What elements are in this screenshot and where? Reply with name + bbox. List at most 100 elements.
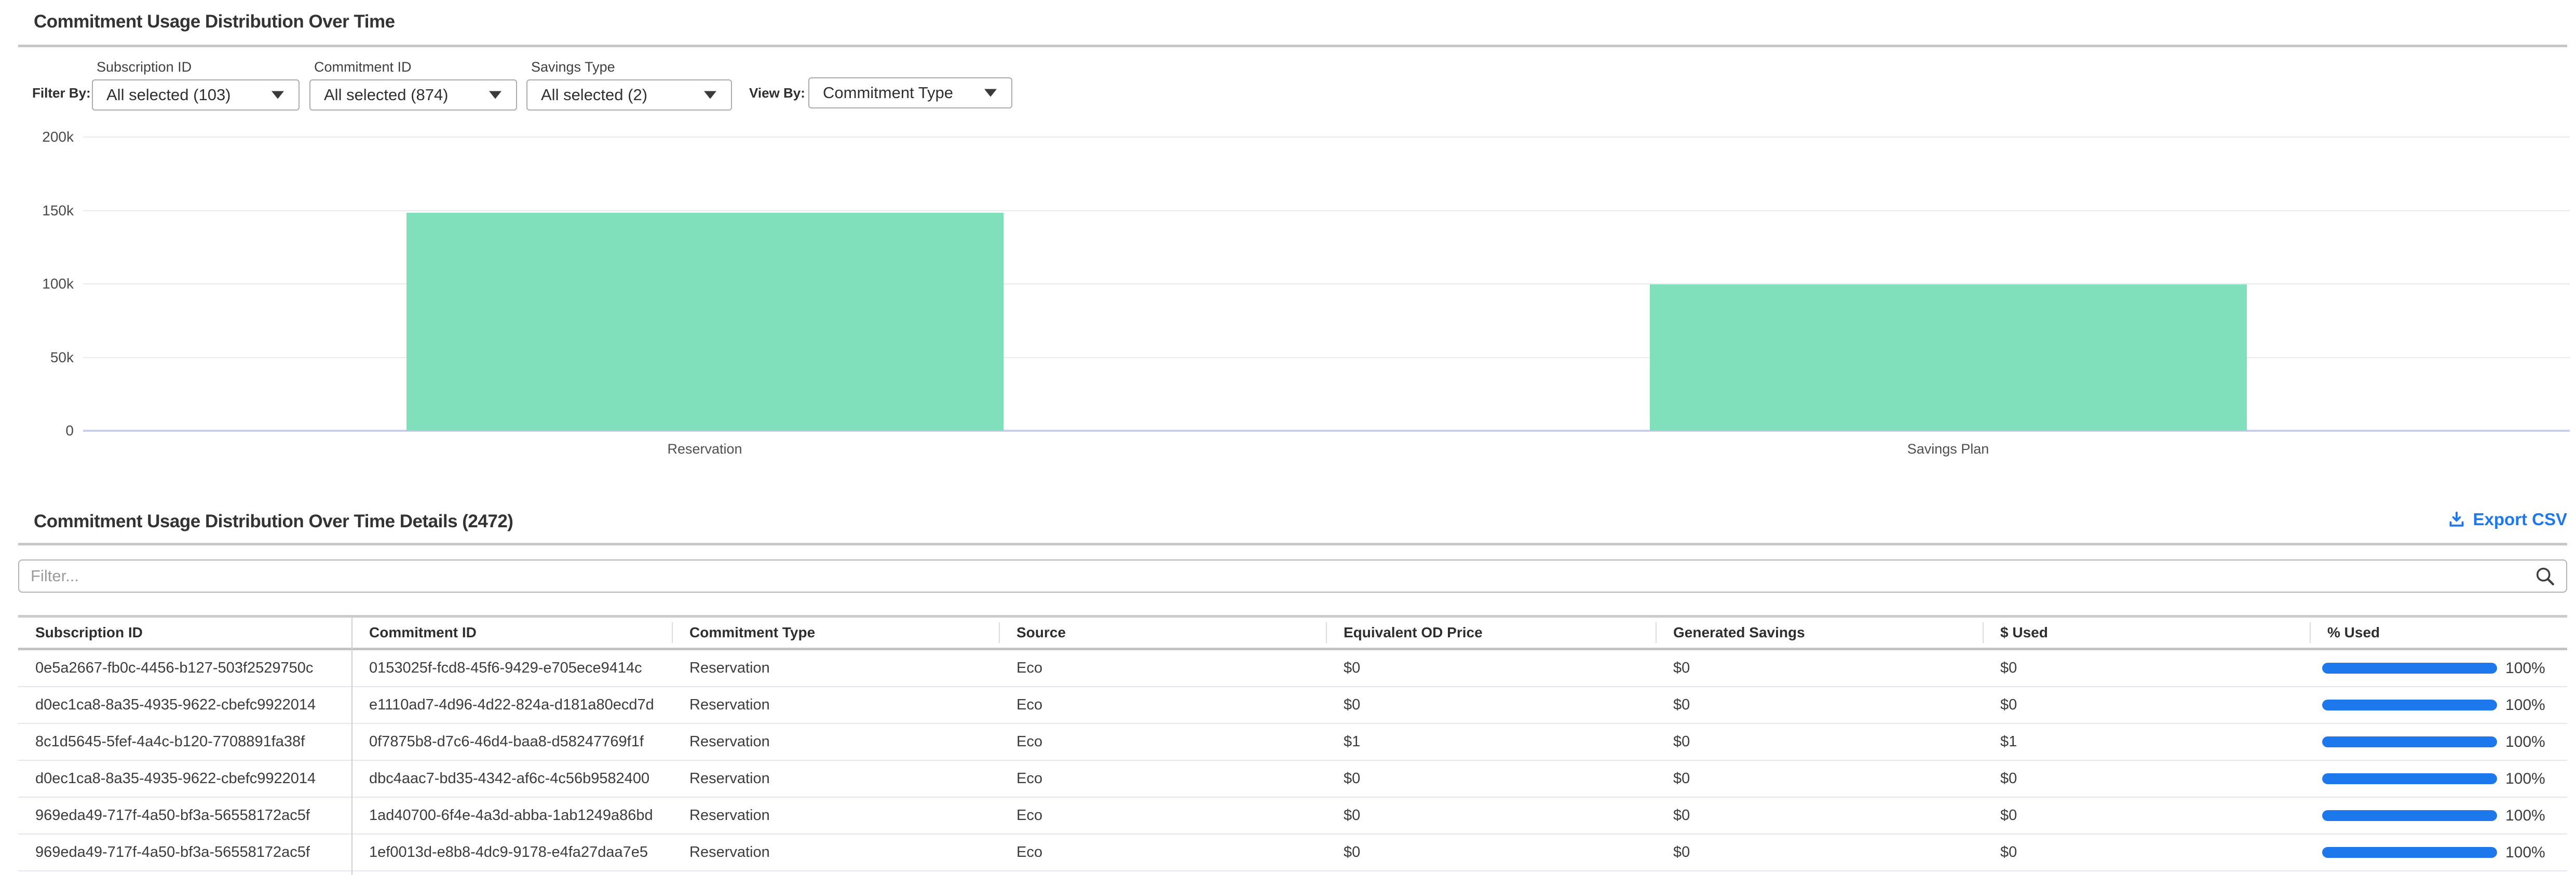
column-header-used[interactable]: $ Used	[1983, 618, 2310, 648]
column-separator	[351, 618, 352, 875]
percent-used-bar-fill	[2322, 736, 2497, 747]
cell-subscription-id: 969eda49-717f-4a50-bf3a-56558172ac5f	[18, 807, 352, 824]
cell-equivalent-od-price: $0	[1326, 770, 1656, 787]
percent-used-bar	[2322, 736, 2497, 747]
table-header-row: Subscription IDCommitment IDCommitment T…	[18, 618, 2567, 650]
commitment-id-filter-select[interactable]: All selected (874)	[309, 79, 517, 111]
column-header-commitment-type[interactable]: Commitment Type	[672, 618, 999, 648]
cell-source: Eco	[999, 696, 1326, 714]
cell-dollars-used: $0	[1983, 844, 2310, 861]
table-row: 0e5a2667-fb0c-4456-b127-503f2529750c0153…	[18, 650, 2567, 687]
filter-by-label: Filter By:	[32, 85, 91, 101]
table-row: 8c1d5645-5fef-4a4c-b120-7708891fa38f0f78…	[18, 724, 2567, 761]
filter-group-subscription-id: Subscription ID All selected (103)	[92, 59, 300, 111]
cell-dollars-used: $0	[1983, 660, 2310, 677]
savings-type-filter-label: Savings Type	[526, 59, 732, 75]
column-header-generated-savings[interactable]: Generated Savings	[1656, 618, 1983, 648]
y-axis-tick-label: 150k	[0, 202, 74, 219]
cell-commitment-id: 1ad40700-6f4e-4a3d-abba-1ab1249a86bd	[352, 807, 672, 824]
column-header-equivalent-od-price[interactable]: Equivalent OD Price	[1326, 618, 1656, 648]
search-icon	[2534, 565, 2556, 587]
y-axis-tick-label: 0	[0, 422, 74, 439]
percent-used-bar	[2322, 700, 2497, 710]
x-axis-category-label: Savings Plan	[1907, 441, 1989, 457]
cell-subscription-id: d0ec1ca8-8a35-4935-9622-cbefc9922014	[18, 696, 352, 714]
cell-dollars-used: $1	[1983, 733, 2310, 750]
cell-commitment-type: Reservation	[672, 844, 999, 861]
view-by-select[interactable]: Commitment Type	[808, 77, 1012, 108]
column-header-used[interactable]: % Used	[2310, 618, 2567, 648]
cell-commitment-type: Reservation	[672, 770, 999, 787]
bar-reservation[interactable]	[406, 213, 1004, 431]
cell-subscription-id: d0ec1ca8-8a35-4935-9622-cbefc9922014	[18, 770, 352, 787]
cell-dollars-used: $0	[1983, 696, 2310, 714]
cell-percent-used: 100%	[2310, 770, 2567, 788]
cell-generated-savings: $0	[1656, 844, 1983, 861]
header-separator	[1656, 622, 1657, 643]
cell-equivalent-od-price: $0	[1326, 696, 1656, 714]
cell-generated-savings: $0	[1656, 770, 1983, 787]
subscription-id-filter-select[interactable]: All selected (103)	[92, 79, 300, 111]
table-row: d0ec1ca8-8a35-4935-9622-cbefc9922014e111…	[18, 687, 2567, 724]
view-by-label: View By:	[749, 85, 805, 101]
savings-type-filter-value: All selected (2)	[541, 86, 647, 104]
column-header-label: $ Used	[2000, 624, 2048, 641]
bar-savings-plan[interactable]	[1650, 284, 2247, 431]
cell-dollars-used: $0	[1983, 770, 2310, 787]
cell-source: Eco	[999, 770, 1326, 787]
column-header-subscription-id[interactable]: Subscription ID	[18, 618, 352, 648]
cell-commitment-type: Reservation	[672, 807, 999, 824]
percent-used-bar	[2322, 810, 2497, 821]
percent-used-bar-fill	[2322, 847, 2497, 858]
percent-used-value: 100%	[2505, 733, 2545, 751]
column-header-commitment-id[interactable]: Commitment ID	[352, 618, 672, 648]
column-header-label: % Used	[2327, 624, 2380, 641]
cell-equivalent-od-price: $0	[1326, 660, 1656, 677]
cell-source: Eco	[999, 844, 1326, 861]
percent-used-bar-fill	[2322, 773, 2497, 784]
section-divider	[18, 45, 2567, 47]
table-filter-input[interactable]	[18, 559, 2567, 593]
cell-subscription-id: 969eda49-717f-4a50-bf3a-56558172ac5f	[18, 844, 352, 861]
table-filter	[18, 559, 2567, 593]
cell-percent-used: 100%	[2310, 807, 2567, 825]
y-axis-tick-label: 100k	[0, 276, 74, 292]
column-header-label: Generated Savings	[1673, 624, 1805, 641]
percent-used-bar-fill	[2322, 810, 2497, 821]
cell-generated-savings: $0	[1656, 660, 1983, 677]
subscription-id-filter-value: All selected (103)	[106, 86, 231, 104]
cell-commitment-type: Reservation	[672, 696, 999, 714]
view-by-selected-value: Commitment Type	[823, 84, 953, 102]
cell-commitment-id: dbc4aac7-bd35-4342-af6c-4c56b9582400	[352, 770, 672, 787]
subscription-id-filter-label: Subscription ID	[92, 59, 300, 75]
percent-used-bar	[2322, 847, 2497, 858]
cell-commitment-type: Reservation	[672, 660, 999, 677]
gridline	[83, 136, 2570, 138]
cell-equivalent-od-price: $0	[1326, 844, 1656, 861]
savings-type-filter-select[interactable]: All selected (2)	[526, 79, 732, 111]
percent-used-bar	[2322, 663, 2497, 674]
column-header-source[interactable]: Source	[999, 618, 1326, 648]
cell-commitment-id: 1ef0013d-e8b8-4dc9-9178-e4fa27daa7e5	[352, 844, 672, 861]
x-axis-category-label: Reservation	[667, 441, 742, 457]
cell-percent-used: 100%	[2310, 733, 2567, 751]
commitment-usage-bar-chart: 0 50k 100k 150k 200k Reservation Savings Plan	[0, 125, 2576, 462]
gridline	[83, 210, 2570, 211]
percent-used-value: 100%	[2505, 844, 2545, 862]
header-separator	[672, 622, 673, 643]
cell-commitment-id: e1110ad7-4d96-4d22-824a-d181a80ecd7d	[352, 696, 672, 714]
cell-generated-savings: $0	[1656, 807, 1983, 824]
cell-equivalent-od-price: $1	[1326, 733, 1656, 750]
header-separator	[1983, 622, 1984, 643]
chevron-down-icon	[489, 91, 501, 99]
y-axis-tick-label: 50k	[0, 349, 74, 366]
table-row: 969eda49-717f-4a50-bf3a-56558172ac5f1ad4…	[18, 798, 2567, 835]
header-separator	[2310, 622, 2311, 643]
header-separator	[999, 622, 1000, 643]
commitment-id-filter-label: Commitment ID	[309, 59, 517, 75]
cell-commitment-id: 0153025f-fcd8-45f6-9429-e705ece9414c	[352, 660, 672, 677]
y-axis-tick-label: 200k	[0, 129, 74, 145]
chevron-down-icon	[272, 91, 284, 99]
chart-section-title: Commitment Usage Distribution Over Time	[34, 11, 395, 32]
export-csv-button[interactable]: Export CSV	[2447, 510, 2567, 529]
